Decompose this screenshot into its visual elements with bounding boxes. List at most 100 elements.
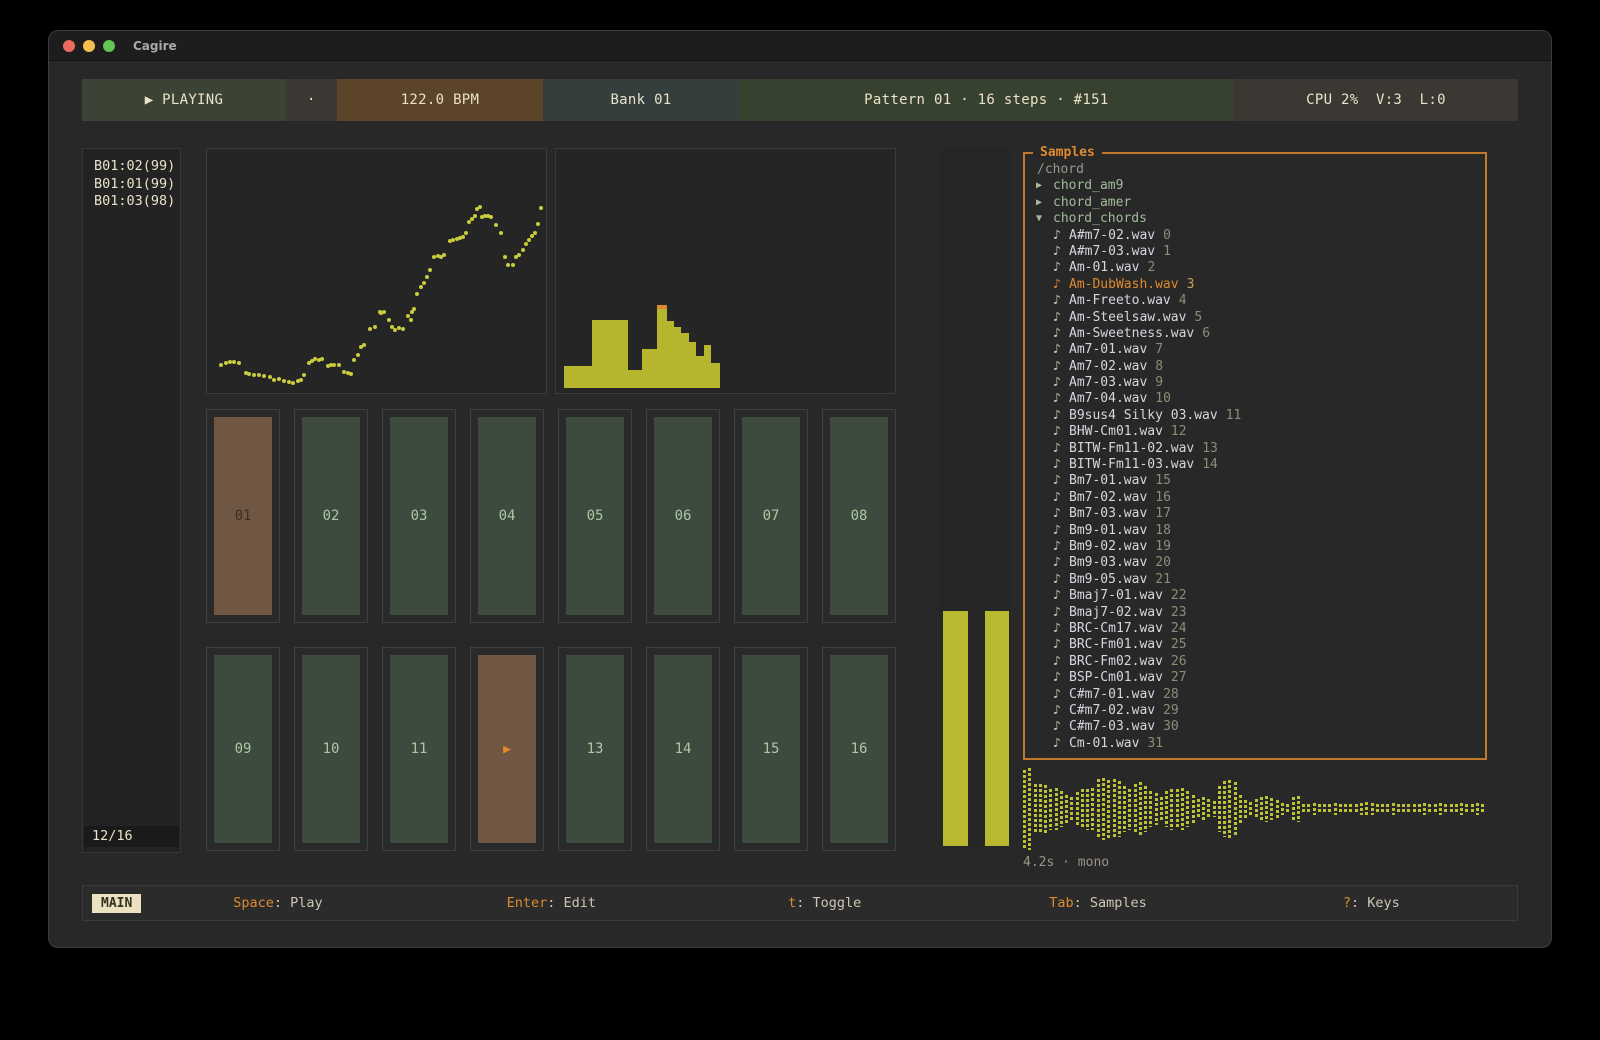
vu-meter-bar-2 — [985, 611, 1009, 846]
scatter-point — [302, 373, 306, 377]
pad-9[interactable]: 09 — [206, 647, 280, 851]
histogram-bars — [564, 305, 720, 388]
pad-6[interactable]: 06 — [646, 409, 720, 623]
sample-file[interactable]: ♪Am-Sweetness.wav6 — [1031, 326, 1485, 342]
sample-file[interactable]: ♪Am7-01.wav7 — [1031, 342, 1485, 358]
sample-file[interactable]: ♪Cm-01.wav31 — [1031, 736, 1485, 752]
waveform-column — [1081, 789, 1084, 828]
pad-2[interactable]: 02 — [294, 409, 368, 623]
status-bar: ▶ PLAYING·122.0 BPMBank 01Pattern 01 · 1… — [82, 79, 1518, 121]
music-note-icon: ♪ — [1053, 228, 1069, 244]
sample-file[interactable]: ♪BSP-Cm01.wav27 — [1031, 670, 1485, 686]
sample-file[interactable]: ♪Am7-03.wav9 — [1031, 375, 1485, 391]
pad-14[interactable]: 14 — [646, 647, 720, 851]
waveform-column — [1118, 781, 1121, 837]
waveform-column — [1249, 802, 1252, 817]
pad-12[interactable]: ▶ — [470, 647, 544, 851]
sample-file[interactable]: ♪C#m7-01.wav28 — [1031, 687, 1485, 703]
sample-file-name: Bmaj7-02.wav — [1069, 605, 1163, 621]
scatter-point — [368, 327, 372, 331]
music-note-icon: ♪ — [1053, 523, 1069, 539]
pad-16[interactable]: 16 — [822, 647, 896, 851]
sample-file[interactable]: ♪Bm7-01.wav15 — [1031, 473, 1485, 489]
sample-folder[interactable]: ▶chord_am9 — [1031, 178, 1485, 194]
scatter-point — [511, 263, 515, 267]
music-note-icon: ♪ — [1053, 441, 1069, 457]
histogram-bar — [592, 320, 628, 388]
sample-file[interactable]: ♪BHW-Cm01.wav12 — [1031, 424, 1485, 440]
sample-file[interactable]: ♪A#m7-02.wav0 — [1031, 228, 1485, 244]
sample-file[interactable]: ♪Am-Steelsaw.wav5 — [1031, 310, 1485, 326]
scatter-point — [237, 361, 241, 365]
sample-file[interactable]: ♪A#m7-03.wav1 — [1031, 244, 1485, 260]
sample-folder[interactable]: ▼chord_chords — [1031, 211, 1485, 227]
waveform-column — [1318, 804, 1321, 814]
waveform-display — [1023, 768, 1487, 850]
sample-file[interactable]: ♪Bm9-03.wav20 — [1031, 555, 1485, 571]
pad-15[interactable]: 15 — [734, 647, 808, 851]
pad-3[interactable]: 03 — [382, 409, 456, 623]
pad-11[interactable]: 11 — [382, 647, 456, 851]
sample-file-name: BITW-Fm11-03.wav — [1069, 457, 1194, 473]
status-segment-transport: ▶ PLAYING — [82, 79, 286, 121]
sample-file-name: Cm-01.wav — [1069, 736, 1139, 752]
pad-label: 02 — [302, 417, 360, 615]
sample-file[interactable]: ♪Bmaj7-02.wav23 — [1031, 605, 1485, 621]
waveform-column — [1202, 797, 1205, 822]
waveform-column — [1181, 788, 1184, 831]
sample-file[interactable]: ♪BRC-Fm01.wav25 — [1031, 637, 1485, 653]
titlebar: Cagire — [49, 31, 1551, 61]
sample-file[interactable]: ♪BRC-Fm02.wav26 — [1031, 654, 1485, 670]
sample-path: /chord — [1031, 162, 1485, 178]
sample-folder[interactable]: ▶chord_amer — [1031, 195, 1485, 211]
sample-file[interactable]: ♪Am-01.wav2 — [1031, 260, 1485, 276]
sample-file-index: 7 — [1155, 342, 1163, 358]
pad-13[interactable]: 13 — [558, 647, 632, 851]
sample-file[interactable]: ♪Bmaj7-01.wav22 — [1031, 588, 1485, 604]
pad-5[interactable]: 05 — [558, 409, 632, 623]
sample-file[interactable]: ♪C#m7-03.wav30 — [1031, 719, 1485, 735]
waveform-column — [1223, 781, 1226, 837]
sample-file[interactable]: ♪Bm7-03.wav17 — [1031, 506, 1485, 522]
pad-label: 01 — [214, 417, 272, 615]
sample-file[interactable]: ♪Am7-04.wav10 — [1031, 391, 1485, 407]
folder-collapsed-icon: ▶ — [1036, 178, 1053, 194]
pad-label: 03 — [390, 417, 448, 615]
sample-file[interactable]: ♪C#m7-02.wav29 — [1031, 703, 1485, 719]
sample-file[interactable]: ♪Bm9-01.wav18 — [1031, 523, 1485, 539]
sample-file[interactable]: ♪Bm9-02.wav19 — [1031, 539, 1485, 555]
sample-file[interactable]: ♪Am-DubWash.wav3 — [1031, 277, 1485, 293]
music-note-icon: ♪ — [1053, 490, 1069, 506]
sample-file[interactable]: ♪BITW-Fm11-02.wav13 — [1031, 441, 1485, 457]
pad-1[interactable]: 01 — [206, 409, 280, 623]
scatter-point — [277, 377, 281, 381]
sample-file[interactable]: ♪B9sus4 Silky 03.wav11 — [1031, 408, 1485, 424]
pad-7[interactable]: 07 — [734, 409, 808, 623]
music-note-icon: ♪ — [1053, 424, 1069, 440]
sample-file[interactable]: ♪BRC-Cm17.wav24 — [1031, 621, 1485, 637]
zoom-button[interactable] — [103, 40, 115, 52]
pad-8[interactable]: 08 — [822, 409, 896, 623]
waveform-column — [1170, 789, 1173, 830]
pad-10[interactable]: 10 — [294, 647, 368, 851]
sample-file[interactable]: ♪Bm9-05.wav21 — [1031, 572, 1485, 588]
waveform-column — [1297, 796, 1300, 822]
sample-file-index: 13 — [1202, 441, 1218, 457]
minimize-button[interactable] — [83, 40, 95, 52]
sample-file[interactable]: ♪Am7-02.wav8 — [1031, 359, 1485, 375]
waveform-column — [1365, 802, 1368, 817]
sample-file[interactable]: ♪Am-Freeto.wav4 — [1031, 293, 1485, 309]
sample-file-index: 3 — [1187, 277, 1195, 293]
scatter-point — [337, 363, 341, 367]
main-area: B01:02(99)B01:01(99)B01:03(98) 12/16 010… — [82, 148, 1518, 870]
pad-4[interactable]: 04 — [470, 409, 544, 623]
pad-label: 10 — [302, 655, 360, 843]
scatter-point — [409, 318, 413, 322]
sample-file-name: B9sus4 Silky 03.wav — [1069, 408, 1218, 424]
sample-file-index: 6 — [1202, 326, 1210, 342]
waveform-column — [1376, 804, 1379, 814]
close-button[interactable] — [63, 40, 75, 52]
sample-file[interactable]: ♪Bm7-02.wav16 — [1031, 490, 1485, 506]
window-title: Cagire — [133, 39, 177, 53]
sample-file[interactable]: ♪BITW-Fm11-03.wav14 — [1031, 457, 1485, 473]
